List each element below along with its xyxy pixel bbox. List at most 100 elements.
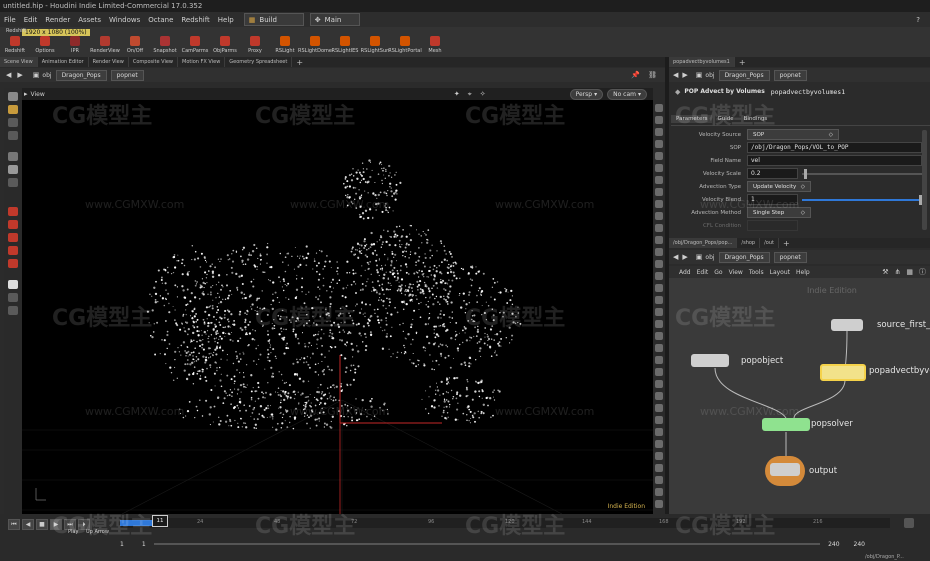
network-menu-tools[interactable]: Tools: [749, 269, 764, 276]
display-icon-33[interactable]: [655, 488, 663, 496]
display-icon-13[interactable]: [655, 248, 663, 256]
display-icon-20[interactable]: [655, 332, 663, 340]
tab-network-popnet[interactable]: /obj/Dragon_Pops/pop...: [669, 238, 738, 248]
rotate-tool-icon[interactable]: [8, 118, 18, 127]
context-dropdown[interactable]: ✥ Main: [309, 13, 360, 26]
velocity-scale-handle[interactable]: [804, 168, 807, 179]
magnet-icon[interactable]: [8, 259, 18, 268]
display-icon-26[interactable]: [655, 404, 663, 412]
velocity-scale-slider[interactable]: [802, 168, 922, 179]
display-icon-11[interactable]: [655, 224, 663, 232]
display-icon-2[interactable]: [655, 116, 663, 124]
camera-dropdown[interactable]: No cam ▾: [607, 88, 647, 100]
display-icon-34[interactable]: [655, 500, 663, 508]
forward-icon[interactable]: ▶: [17, 71, 22, 79]
scale-tool-icon[interactable]: [8, 131, 18, 140]
rslightdome-tool[interactable]: RSLightDome: [298, 27, 332, 54]
tab-param-node[interactable]: popadvectbyvolumes1: [669, 57, 735, 67]
node-popobject[interactable]: [691, 354, 729, 367]
display-icon-4[interactable]: [655, 140, 663, 148]
display-icon-24[interactable]: [655, 380, 663, 388]
lock-icon[interactable]: [8, 293, 18, 302]
tab-network-shop[interactable]: /shop: [737, 238, 761, 248]
param-path-dragon-pops[interactable]: Dragon_Pops: [718, 69, 770, 81]
menu-redshift[interactable]: Redshift: [177, 16, 213, 24]
display-icon-15[interactable]: [655, 272, 663, 280]
render-region-icon[interactable]: [8, 280, 18, 289]
add-param-tab-button[interactable]: +: [735, 57, 750, 67]
display-icon-7[interactable]: [655, 176, 663, 184]
view-tool-icon[interactable]: [8, 178, 18, 187]
wrench-icon[interactable]: ⚒: [882, 268, 888, 276]
display-icon-32[interactable]: [655, 476, 663, 484]
menu-windows[interactable]: Windows: [105, 16, 144, 24]
tab-motion-fx-view[interactable]: Motion FX View: [178, 57, 226, 67]
options-tool[interactable]: Options: [30, 27, 60, 54]
tab-geometry-spreadsheet[interactable]: Geometry Spreadsheet: [225, 57, 293, 67]
display-icon-19[interactable]: [655, 320, 663, 328]
menu-help[interactable]: Help: [214, 16, 238, 24]
tab-animation-editor[interactable]: Animation Editor: [38, 57, 89, 67]
tree-icon[interactable]: ⋔: [895, 268, 901, 276]
display-icon-28[interactable]: [655, 428, 663, 436]
rslight-tool[interactable]: RSLight: [270, 27, 300, 54]
tab-composite-view[interactable]: Composite View: [129, 57, 178, 67]
network-menu-add[interactable]: Add: [679, 269, 691, 276]
display-icon-12[interactable]: [655, 236, 663, 244]
end-frame-a[interactable]: 240: [828, 541, 839, 548]
snap-prim-icon[interactable]: [8, 233, 18, 242]
advection-type-dropdown[interactable]: Update Velocity ◇: [747, 181, 811, 192]
path-root[interactable]: obj: [42, 72, 51, 79]
end-frame-b[interactable]: 240: [854, 541, 865, 548]
transform-tool-icon[interactable]: [8, 105, 18, 114]
tab-network-out[interactable]: /out: [760, 238, 779, 248]
back-icon[interactable]: ◀: [6, 71, 11, 79]
network-back-icon[interactable]: ◀: [673, 253, 678, 261]
network-forward-icon[interactable]: ▶: [682, 253, 687, 261]
menu-edit[interactable]: Edit: [20, 16, 42, 24]
rslightportal-tool[interactable]: RSLightPortal: [388, 27, 422, 54]
velocity-blend-slider[interactable]: [802, 194, 922, 205]
sop-path-field[interactable]: /obj/Dragon_Pops/VOL_to_POP: [747, 142, 922, 153]
start-frame-b[interactable]: 1: [142, 541, 146, 548]
display-icon-16[interactable]: [655, 284, 663, 292]
display-icon-21[interactable]: [655, 344, 663, 352]
display-icon-8[interactable]: [655, 188, 663, 196]
snap-grid-icon[interactable]: [8, 220, 18, 229]
camparms-tool[interactable]: CamParms: [180, 27, 210, 54]
ipr-tool[interactable]: IPR: [60, 27, 90, 54]
display-icon-3[interactable]: [655, 128, 663, 136]
handle-tool-icon[interactable]: [8, 152, 18, 161]
add-tab-button[interactable]: +: [292, 57, 307, 67]
param-path-root[interactable]: obj: [705, 72, 714, 79]
network-menu-help[interactable]: Help: [796, 269, 810, 276]
node-source-first-input[interactable]: [831, 319, 863, 331]
tab-render-view[interactable]: Render View: [89, 57, 129, 67]
info-icon[interactable]: ⓘ: [919, 267, 926, 277]
display-icon-5[interactable]: [655, 152, 663, 160]
jump-start-button[interactable]: ⏮: [8, 519, 20, 530]
light-icon[interactable]: ✦: [454, 90, 460, 98]
node-output-inner[interactable]: [770, 463, 800, 476]
pin-icon[interactable]: 📌: [631, 71, 640, 79]
objparms-tool[interactable]: ObjParms: [210, 27, 240, 54]
network-path-root[interactable]: obj: [705, 254, 714, 261]
snap-point-icon[interactable]: [8, 246, 18, 255]
node-name-field[interactable]: popadvectbyvolumes1: [771, 88, 845, 96]
path-item-dragon-pops[interactable]: Dragon_Pops: [55, 69, 107, 81]
velocity-source-dropdown[interactable]: SOP ◇: [747, 129, 839, 140]
display-icon[interactable]: ✧: [480, 90, 486, 98]
network-menu-edit[interactable]: Edit: [697, 269, 709, 276]
snapshot-tool[interactable]: Snapshot: [150, 27, 180, 54]
display-icon-25[interactable]: [655, 392, 663, 400]
tab-scene-view[interactable]: Scene View: [0, 57, 38, 67]
menu-render[interactable]: Render: [41, 16, 74, 24]
mesh-tool[interactable]: Mesh: [420, 27, 450, 54]
display-icon-29[interactable]: [655, 440, 663, 448]
node-popsolver[interactable]: [762, 418, 810, 431]
stop-button[interactable]: ■: [36, 519, 48, 530]
network-menu-view[interactable]: View: [729, 269, 743, 276]
display-icon-1[interactable]: [655, 104, 663, 112]
desktop-dropdown[interactable]: ▦ Build: [243, 13, 304, 26]
param-forward-icon[interactable]: ▶: [682, 71, 687, 79]
